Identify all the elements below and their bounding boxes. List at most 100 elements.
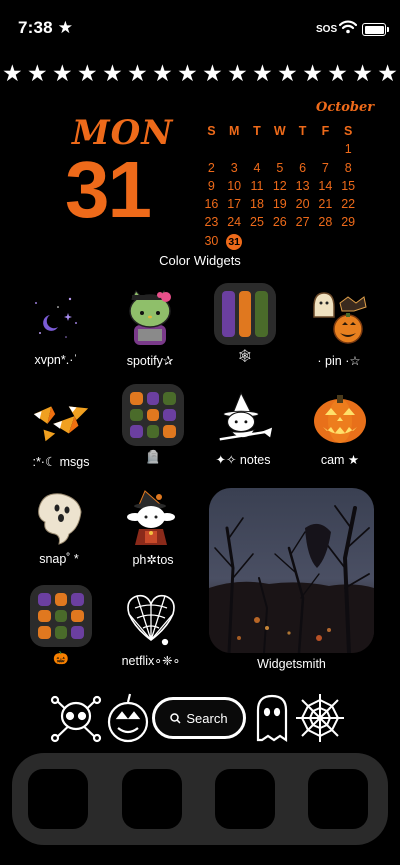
app-label: 🎃 — [53, 651, 69, 665]
app-label: ph✲tos — [132, 553, 174, 567]
pin-app[interactable]: · pin ·☆ — [304, 287, 374, 368]
folder-pumpkin[interactable]: 🎃 — [26, 585, 96, 666]
widget-label: Color Widgets — [159, 253, 241, 268]
calendar-day — [200, 140, 223, 158]
star-icon: ★ — [377, 60, 398, 86]
star-border: ★ ★ ★ ★ ★ ★ ★ ★ ★ ★ ★ ★ ★ ★ ★ ★ — [0, 60, 400, 86]
calendar-day — [314, 232, 337, 250]
calendar-day: 18 — [250, 197, 264, 212]
msgs-app[interactable]: :*·☾ msgs — [26, 388, 96, 469]
search-button[interactable]: Search — [152, 697, 246, 739]
spider-web-icon — [120, 587, 182, 649]
calendar-day: 29 — [341, 215, 356, 230]
calendar-day: 4 — [253, 160, 261, 175]
app-label: ✦✧ notes — [215, 453, 271, 467]
calendar-day: 24 — [227, 215, 242, 230]
calendar-day: 16 — [204, 197, 219, 212]
star-icon: ★ — [2, 60, 23, 86]
calendar-day — [223, 140, 246, 158]
weekday-label: M — [228, 124, 240, 138]
calendar-day: 30 — [204, 233, 219, 248]
photos-app[interactable]: ph✲tos — [118, 486, 188, 567]
calendar-day: 8 — [344, 160, 352, 175]
calendar-day: 3 — [230, 160, 238, 175]
folder-icon — [122, 384, 184, 446]
calendar-week: 2345678 — [200, 159, 360, 177]
star-icon: ★ — [177, 60, 198, 86]
star-icon: ★ — [127, 60, 148, 86]
cinnamoroll-witch-icon — [122, 486, 184, 548]
weekday-label: W — [273, 124, 286, 138]
halloween-cookies-icon — [308, 287, 370, 349]
calendar-day: 12 — [272, 178, 287, 193]
xvpn-app[interactable]: xvpn*.·ˈ — [21, 287, 91, 367]
star-icon: ★ — [252, 60, 273, 86]
search-icon — [170, 712, 181, 724]
app-label: xvpn*.·ˈ — [34, 353, 78, 367]
snap-app[interactable]: snap˚ * — [24, 486, 94, 566]
calendar-day: 22 — [341, 197, 356, 212]
calendar-day — [268, 232, 291, 250]
star-icon: ★ — [277, 60, 298, 86]
skull-crossbones-icon — [50, 694, 102, 749]
calendar-week: 30 31 — [200, 232, 360, 250]
weekday-label: S — [344, 124, 353, 138]
star-icon: ★ — [352, 60, 373, 86]
ghost-icon — [28, 486, 90, 548]
star-icon: ★ — [77, 60, 98, 86]
calendar-day: 2 — [207, 160, 215, 175]
star-icon: ★ — [52, 60, 73, 86]
weekday-label: T — [298, 124, 307, 138]
calendar-week: 9 10 11 12 13 14 15 — [200, 177, 360, 195]
star-icon: ★ — [27, 60, 48, 86]
dock — [12, 753, 388, 845]
search-label: Search — [186, 710, 228, 726]
weekday-label: F — [321, 124, 330, 138]
dock-app-2[interactable] — [122, 769, 182, 829]
star-icon: ★ — [202, 60, 223, 86]
calendar-day — [314, 140, 337, 158]
folder-spiderweb[interactable]: 🕸 — [210, 283, 280, 364]
cam-app[interactable]: cam ★ — [305, 386, 375, 467]
calendar-day: 17 — [227, 197, 242, 212]
dock-app-3[interactable] — [215, 769, 275, 829]
calendar-grid[interactable]: S M T W T F S 1 2 3 4 5 6 7 8 9 10 11 12 13 14 15 16 17 18 19 20 21… — [200, 122, 360, 250]
calendar-day — [337, 232, 360, 250]
app-label: · pin ·☆ — [317, 354, 361, 368]
dock-app-1[interactable] — [28, 769, 88, 829]
folder-icon — [30, 585, 92, 647]
dock-app-4[interactable] — [308, 769, 368, 829]
calendar-week: 16 17 18 19 20 21 22 — [200, 195, 360, 213]
calendar-day: 23 — [204, 215, 219, 230]
calendar-day: 14 — [318, 178, 333, 193]
calendar-day: 26 — [272, 215, 287, 230]
calendar-day: 25 — [250, 215, 264, 230]
calendar-day: 21 — [318, 197, 333, 212]
jack-o-lantern-icon — [309, 386, 371, 448]
netflix-app[interactable]: netflix∘❈∘ — [116, 587, 186, 668]
calendar-day: 13 — [295, 178, 310, 193]
spotify-app[interactable]: spotify✰ — [115, 287, 185, 368]
weekday-label: T — [253, 124, 261, 138]
app-label: :*·☾ msgs — [32, 455, 90, 469]
calendar-week: 23 24 25 26 27 28 29 — [200, 213, 360, 231]
star-icon: ★ — [327, 60, 348, 86]
ghost-outline-icon — [254, 692, 290, 749]
today-marker: 31 — [226, 233, 243, 250]
calendar-day — [268, 140, 291, 158]
candy-corn-icon — [30, 388, 92, 450]
calendar-day — [246, 140, 269, 158]
widgetsmith-photo-widget[interactable] — [209, 488, 374, 653]
calendar-day: 28 — [318, 215, 333, 230]
hello-kitty-frankenstein-icon — [119, 287, 181, 349]
calendar-month: October — [316, 100, 375, 115]
app-label: snap˚ * — [39, 552, 79, 566]
folder-icon — [214, 283, 276, 345]
calendar-weekdays: SMTWTFS — [200, 122, 360, 140]
calendar-day — [291, 232, 314, 250]
spooky-forest-photo — [209, 488, 374, 653]
app-label: 🕸 — [237, 349, 253, 363]
folder-gravestone[interactable]: 🪦 — [118, 384, 188, 465]
notes-app[interactable]: ✦✧ notes — [208, 386, 278, 467]
battery-icon — [362, 23, 389, 36]
